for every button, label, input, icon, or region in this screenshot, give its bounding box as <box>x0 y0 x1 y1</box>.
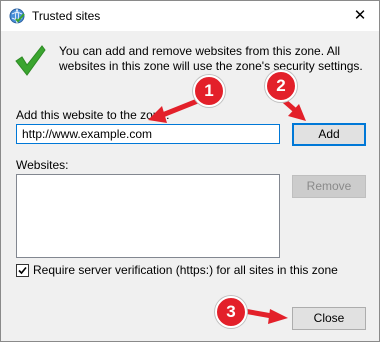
step-marker-1: 1 <box>193 75 225 107</box>
red-arrow-icon <box>243 308 288 324</box>
step-marker-3: 3 <box>215 296 247 328</box>
annotation-arrows <box>148 96 306 324</box>
step-marker-2: 2 <box>265 70 297 102</box>
red-arrow-icon <box>148 97 201 123</box>
